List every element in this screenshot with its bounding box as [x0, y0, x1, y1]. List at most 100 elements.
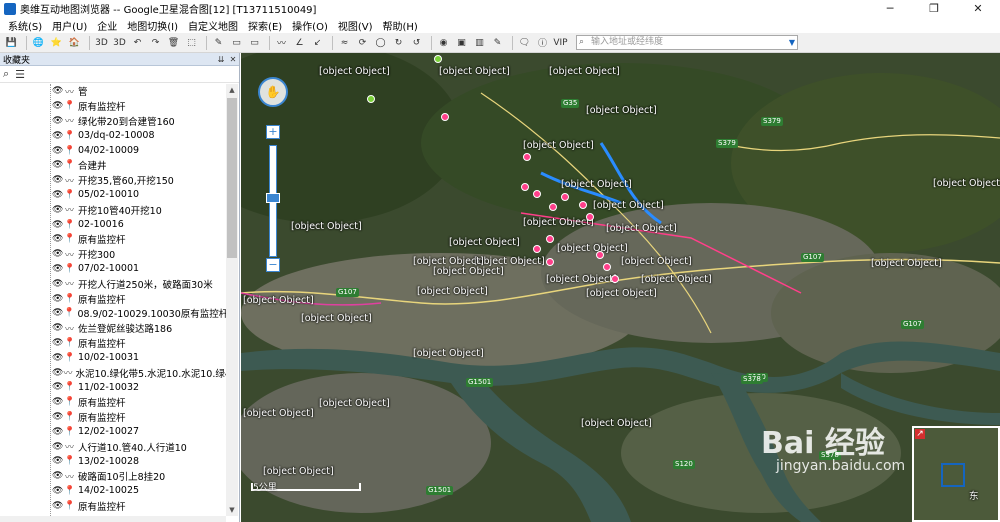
visibility-eye-icon[interactable]: 👁 [52, 249, 64, 259]
visibility-eye-icon[interactable]: 👁 [52, 190, 64, 200]
info-icon[interactable]: ⓘ [535, 35, 550, 50]
tree-item[interactable]: 👁 📍 08.9/02-10029.10030原有监控杆2 [0, 306, 226, 321]
zoom-slider-thumb[interactable] [266, 193, 280, 203]
visibility-eye-icon[interactable]: 👁 [52, 368, 63, 378]
tree-item[interactable]: 👁 📍 14/02-10025 [0, 484, 226, 499]
map-marker[interactable] [533, 245, 541, 253]
3d-view-icon[interactable]: 3D [112, 35, 127, 50]
circle-icon[interactable]: ◯ [373, 35, 388, 50]
map-marker[interactable] [523, 153, 531, 161]
maximize-button[interactable]: ❐ [912, 0, 956, 17]
map-marker[interactable] [603, 263, 611, 271]
redo-icon[interactable]: ↷ [148, 35, 163, 50]
menu-user[interactable]: 用户(U) [52, 18, 87, 33]
panel-close-icon[interactable]: ✕ [227, 55, 239, 64]
map-marker[interactable] [549, 203, 557, 211]
angle-icon[interactable]: ∠ [292, 35, 307, 50]
tree-item[interactable]: 👁 〰破路面10引上8挂20 [0, 469, 226, 484]
map-view[interactable]: [object Object] [object Object] [object … [241, 53, 1000, 522]
pencil-icon[interactable]: ✎ [211, 35, 226, 50]
scroll-down-icon[interactable]: ▼ [226, 504, 238, 516]
overview-map[interactable]: ↗ 东 [912, 426, 1000, 522]
tree-item[interactable]: 👁 📍 05/02-10010 [0, 188, 226, 203]
grid-icon[interactable]: ▥ [472, 35, 487, 50]
tree-item[interactable]: 👁 📍 13/02-10028 [0, 454, 226, 469]
visibility-eye-icon[interactable]: 👁 [52, 456, 64, 466]
tree-item[interactable]: 👁 📍 原有监控杆 [0, 498, 226, 513]
visibility-eye-icon[interactable]: 👁 [52, 397, 64, 407]
track-icon[interactable]: ≈ [337, 35, 352, 50]
select-icon[interactable]: ⬚ [184, 35, 199, 50]
rectangle-icon[interactable]: ▭ [229, 35, 244, 50]
visibility-eye-icon[interactable]: 👁 [52, 338, 64, 348]
tree-item[interactable]: 👁 📍 原有监控杆 [0, 395, 226, 410]
scroll-thumb[interactable] [227, 98, 237, 258]
visibility-eye-icon[interactable]: 👁 [52, 353, 64, 363]
visibility-eye-icon[interactable]: 👁 [52, 279, 64, 289]
overview-viewport[interactable] [941, 463, 965, 487]
tree-item[interactable]: 👁 📍 原有监控杆 [0, 336, 226, 351]
tree-item[interactable]: 👁 📍 12/02-10027 [0, 424, 226, 439]
minimize-button[interactable]: ─ [868, 0, 912, 17]
map-marker[interactable] [579, 201, 587, 209]
close-button[interactable]: ✕ [956, 0, 1000, 17]
visibility-eye-icon[interactable]: 👁 [52, 234, 64, 244]
visibility-eye-icon[interactable]: 👁 [52, 471, 64, 481]
menu-map-switch[interactable]: 地图切换(I) [127, 18, 178, 33]
search-input[interactable]: ⌕ 输入地址或经纬度 [576, 35, 798, 50]
tree-item[interactable]: 👁 📍 原有监控杆 [0, 291, 226, 306]
map-marker[interactable] [546, 258, 554, 266]
tree-item[interactable]: 👁 〰水泥10.绿化带5.水泥10.水泥10.绿4 [0, 365, 226, 380]
tree-item[interactable]: 👁 〰佐兰登妮丝骏达路186 [0, 321, 226, 336]
menu-operation[interactable]: 操作(O) [292, 18, 328, 33]
visibility-eye-icon[interactable]: 👁 [52, 220, 64, 230]
horizontal-scrollbar[interactable] [0, 516, 226, 522]
map-marker[interactable] [521, 183, 529, 191]
3d-icon[interactable]: 3D [94, 35, 109, 50]
chat-icon[interactable]: 🗨 [517, 35, 532, 50]
refresh-icon[interactable]: ⟳ [355, 35, 370, 50]
map-marker[interactable] [611, 275, 619, 283]
map-marker[interactable] [546, 235, 554, 243]
visibility-eye-icon[interactable]: 👁 [52, 86, 64, 96]
visibility-eye-icon[interactable]: 👁 [52, 323, 64, 333]
frame-icon[interactable]: ▭ [247, 35, 262, 50]
delete-icon[interactable]: 🗑 [166, 35, 181, 50]
map-marker[interactable] [441, 113, 449, 121]
tree-item[interactable]: 👁 〰开挖人行道250米，破路面30米 [0, 276, 226, 291]
visibility-eye-icon[interactable]: 👁 [52, 131, 64, 141]
tree-item[interactable]: 👁 〰开挖35,管60,开挖150 [0, 173, 226, 188]
menu-enterprise[interactable]: 企业 [97, 18, 117, 33]
visibility-eye-icon[interactable]: 👁 [52, 382, 64, 392]
collapse-icon[interactable]: ↗ [915, 429, 925, 439]
menu-custom-map[interactable]: 自定义地图 [188, 18, 238, 33]
map-marker[interactable] [561, 193, 569, 201]
home-icon[interactable]: 🏠 [67, 35, 82, 50]
star-icon[interactable]: ⭐ [49, 35, 64, 50]
tree-item[interactable]: 👁 📍 03/dq-02-10008 [0, 128, 226, 143]
visibility-eye-icon[interactable]: 👁 [52, 486, 64, 496]
pin-icon[interactable]: ⇊ [215, 55, 227, 64]
visibility-eye-icon[interactable]: 👁 [52, 412, 64, 422]
visibility-eye-icon[interactable]: 👁 [52, 264, 64, 274]
polyline-icon[interactable]: 〰 [274, 35, 289, 50]
visibility-eye-icon[interactable]: 👁 [52, 146, 64, 156]
tree-item[interactable]: 👁 📍 原有监控杆 [0, 410, 226, 425]
map-marker[interactable] [586, 213, 594, 221]
tree-item[interactable]: 👁 📍 04/02-10009 [0, 143, 226, 158]
menu-help[interactable]: 帮助(H) [383, 18, 418, 33]
tree-item[interactable]: 👁 〰绿化带20到合建管160 [0, 114, 226, 129]
search-dropdown-icon[interactable]: ▼ [786, 35, 798, 50]
tree-item[interactable]: 👁 〰开挖10管40开挖10 [0, 202, 226, 217]
save-icon[interactable]: 💾 [4, 35, 19, 50]
globe-icon[interactable]: 🌐 [31, 35, 46, 50]
map-marker[interactable] [533, 190, 541, 198]
layer-icon[interactable]: ▣ [454, 35, 469, 50]
zoom-in-button[interactable]: + [266, 125, 280, 139]
pan-control[interactable]: ✋ [258, 77, 288, 107]
arrow-icon[interactable]: ↙ [310, 35, 325, 50]
visibility-eye-icon[interactable]: 👁 [52, 294, 64, 304]
tree-item[interactable]: 👁 〰管 [0, 84, 226, 99]
tree-item[interactable]: 👁 📍 10/02-10031 [0, 350, 226, 365]
visibility-eye-icon[interactable]: 👁 [52, 308, 63, 318]
